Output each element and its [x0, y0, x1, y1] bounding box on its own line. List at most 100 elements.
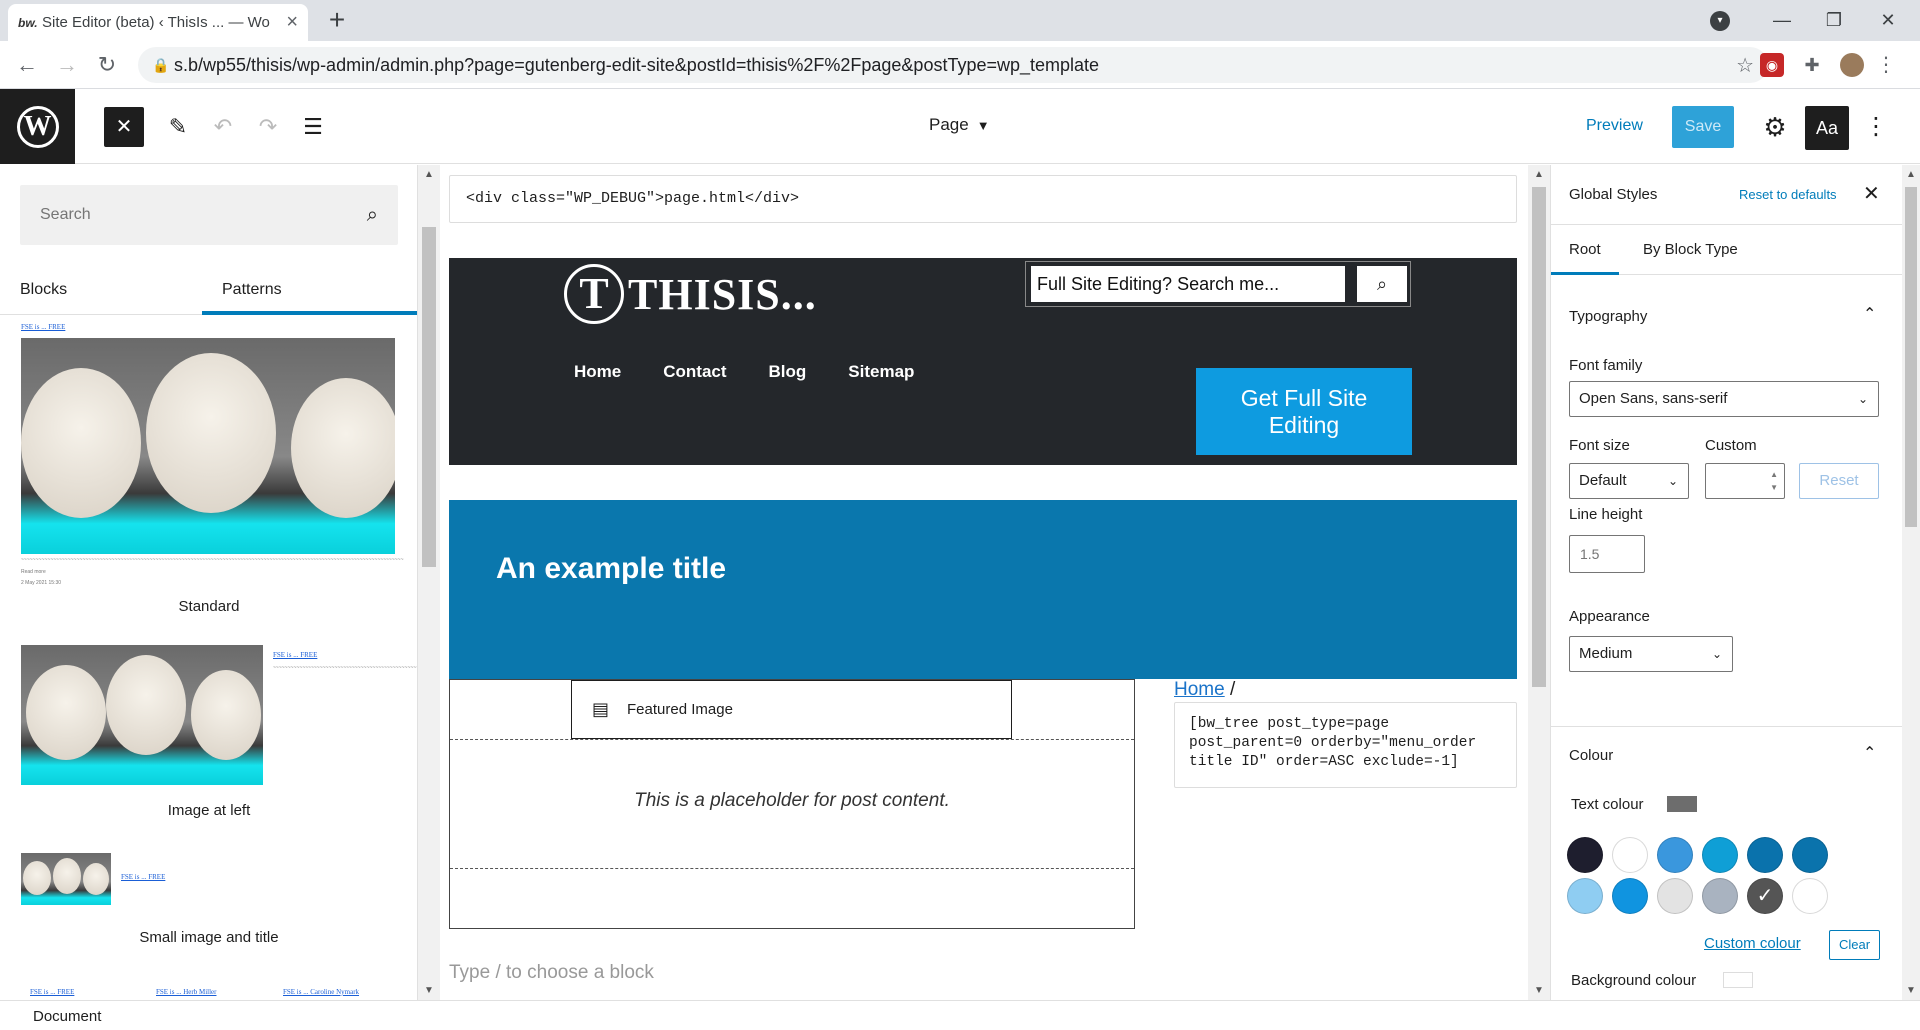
scrollbar-thumb[interactable]	[422, 227, 436, 567]
scroll-down-icon[interactable]: ▼	[1902, 985, 1920, 996]
colour-swatch[interactable]	[1612, 878, 1648, 914]
redo-icon[interactable]: ↷	[248, 107, 288, 147]
colour-swatch[interactable]	[1657, 878, 1693, 914]
address-bar[interactable]: 🔒 s.b/wp55/thisis/wp-admin/admin.php?pag…	[138, 47, 1768, 83]
chevron-up-icon[interactable]: ⌃	[1863, 304, 1876, 324]
reload-icon[interactable]: ↻	[92, 50, 122, 80]
close-tab-icon[interactable]: ×	[286, 11, 298, 34]
scroll-down-icon[interactable]: ▼	[1528, 985, 1550, 996]
window-close-icon[interactable]: ✕	[1866, 0, 1910, 41]
shortcode-block[interactable]: [bw_tree post_type=page post_parent=0 or…	[1174, 702, 1517, 788]
line-height-input[interactable]: 1.5	[1569, 535, 1645, 573]
colour-swatch[interactable]	[1612, 837, 1648, 873]
close-sidebar-icon[interactable]: ✕	[1863, 181, 1880, 206]
breadcrumb-home-link[interactable]: Home	[1174, 679, 1225, 700]
block-appender[interactable]: Type / to choose a block	[449, 962, 654, 984]
tab-blocks[interactable]: Blocks	[20, 265, 150, 315]
nav-item-home[interactable]: Home	[574, 362, 621, 382]
colour-swatch[interactable]	[1702, 837, 1738, 873]
colour-swatch[interactable]	[1702, 878, 1738, 914]
scroll-up-icon[interactable]: ▲	[1528, 169, 1550, 180]
chevron-up-icon[interactable]: ⌃	[1863, 743, 1876, 763]
scrollbar-thumb[interactable]	[1532, 187, 1546, 687]
colour-swatch[interactable]	[1657, 837, 1693, 873]
featured-image-block[interactable]: ▤ Featured Image	[571, 680, 1012, 739]
template-dropdown[interactable]: Page ▼	[929, 115, 990, 135]
colour-swatch[interactable]	[1567, 837, 1603, 873]
site-logo[interactable]: T THISIS...	[564, 264, 817, 324]
post-content-placeholder[interactable]: This is a placeholder for post content.	[450, 790, 1134, 812]
scroll-down-icon[interactable]: ▼	[418, 985, 440, 996]
tab-search-icon[interactable]: ▾	[1710, 11, 1730, 31]
site-header[interactable]: T THISIS... Full Site Editing? Search me…	[449, 258, 1517, 465]
puzzle-icon[interactable]: ✚	[1800, 53, 1824, 77]
tab-by-block-type[interactable]: By Block Type	[1643, 225, 1738, 275]
pattern-link-caroline-nymark[interactable]: FSE is ... Caroline Nymark	[283, 988, 359, 996]
inserter-scrollbar[interactable]: ▲ ▼	[418, 165, 440, 1000]
settings-gear-icon[interactable]: ⚙	[1755, 107, 1795, 147]
typography-panel-title[interactable]: Typography	[1569, 308, 1647, 325]
site-search-input[interactable]: Full Site Editing? Search me...	[1031, 266, 1345, 302]
tab-patterns[interactable]: Patterns	[202, 265, 417, 315]
canvas-scrollbar[interactable]: ▲ ▼	[1528, 165, 1550, 1000]
wordpress-logo-button[interactable]: W	[0, 89, 75, 164]
appearance-select[interactable]: Medium ⌄	[1569, 636, 1733, 672]
spinner-icon[interactable]: ▲ ▼	[1770, 468, 1778, 494]
font-size-select[interactable]: Default ⌄	[1569, 463, 1689, 499]
list-view-icon[interactable]: ☰	[293, 107, 333, 147]
clear-colour-button[interactable]: Clear	[1829, 930, 1881, 960]
sidebar-title: Global Styles	[1569, 186, 1658, 203]
pattern-small-image-and-title[interactable]: FSE is ... FREE Small image and title	[0, 853, 417, 953]
new-tab-button[interactable]: +	[322, 5, 352, 35]
custom-colour-button[interactable]: Custom colour	[1704, 935, 1801, 952]
sidebar-scrollbar[interactable]: ▲ ▼	[1902, 165, 1920, 1000]
browser-tab-bar: bw. Site Editor (beta) ‹ ThisIs ... — Wo…	[0, 0, 1920, 41]
more-options-icon[interactable]: ⋮	[1864, 107, 1888, 147]
browser-menu-icon[interactable]: ⋮	[1874, 53, 1898, 77]
global-styles-button[interactable]: Aa	[1805, 106, 1849, 150]
reset-to-defaults-button[interactable]: Reset to defaults	[1739, 187, 1837, 202]
colour-swatch[interactable]	[1567, 878, 1603, 914]
hero-title[interactable]: An example title	[496, 552, 726, 586]
font-size-reset-button[interactable]: Reset	[1799, 463, 1879, 499]
minimize-icon[interactable]: —	[1760, 0, 1804, 41]
restore-icon[interactable]: ❐	[1812, 0, 1856, 41]
scrollbar-thumb[interactable]	[1905, 187, 1917, 527]
divider	[450, 868, 1134, 869]
custom-font-size-input[interactable]: ▲ ▼	[1705, 463, 1785, 499]
nav-item-contact[interactable]: Contact	[663, 362, 726, 382]
block-breadcrumb-document[interactable]: Document	[33, 1008, 101, 1025]
nav-item-blog[interactable]: Blog	[769, 362, 807, 382]
site-search-button[interactable]: ⌕	[1357, 266, 1407, 302]
pattern-link-free[interactable]: FSE is ... FREE	[30, 988, 74, 996]
close-inserter-button[interactable]: ✕	[104, 107, 144, 147]
hero-cover-block[interactable]: An example title	[449, 500, 1517, 679]
colour-swatch[interactable]	[1792, 837, 1828, 873]
extension-icon[interactable]: ◉	[1760, 53, 1784, 77]
pattern-standard[interactable]: FSE is ... FREE ~~~~~~~~~~~~~~~~~~~~~~~~…	[0, 315, 417, 625]
preview-button[interactable]: Preview	[1586, 117, 1643, 135]
colour-panel-title[interactable]: Colour	[1569, 747, 1613, 764]
browser-tab[interactable]: bw. Site Editor (beta) ‹ ThisIs ... — Wo…	[8, 4, 308, 41]
post-content-group[interactable]: ▤ Featured Image This is a placeholder f…	[449, 679, 1135, 929]
back-icon[interactable]: ←	[12, 50, 42, 80]
pencil-tool-icon[interactable]: ✎	[158, 107, 198, 147]
forward-icon[interactable]: →	[52, 50, 82, 80]
pattern-image-at-left[interactable]: FSE is ... FREE ~~~~~~~~~~~~~~~~~~~~~~~~…	[0, 645, 417, 825]
scroll-up-icon[interactable]: ▲	[1902, 169, 1920, 180]
inserter-search-input[interactable]: Search ⌕	[20, 185, 398, 245]
tab-root[interactable]: Root	[1551, 225, 1619, 275]
colour-swatch[interactable]	[1747, 878, 1783, 914]
scroll-up-icon[interactable]: ▲	[418, 169, 440, 180]
colour-swatch[interactable]	[1792, 878, 1828, 914]
pattern-link-herb-miller[interactable]: FSE is ... Herb Miller	[156, 988, 216, 996]
font-family-select[interactable]: Open Sans, sans-serif ⌄	[1569, 381, 1879, 417]
avatar[interactable]	[1840, 53, 1864, 77]
save-button[interactable]: Save	[1672, 106, 1734, 148]
undo-icon[interactable]: ↶	[203, 107, 243, 147]
debug-html-block[interactable]: <div class="WP_DEBUG">page.html</div>	[449, 175, 1517, 223]
nav-item-sitemap[interactable]: Sitemap	[848, 362, 914, 382]
bookmark-star-icon[interactable]: ☆	[1736, 53, 1754, 78]
cta-button[interactable]: Get Full Site Editing	[1196, 368, 1412, 455]
colour-swatch[interactable]	[1747, 837, 1783, 873]
